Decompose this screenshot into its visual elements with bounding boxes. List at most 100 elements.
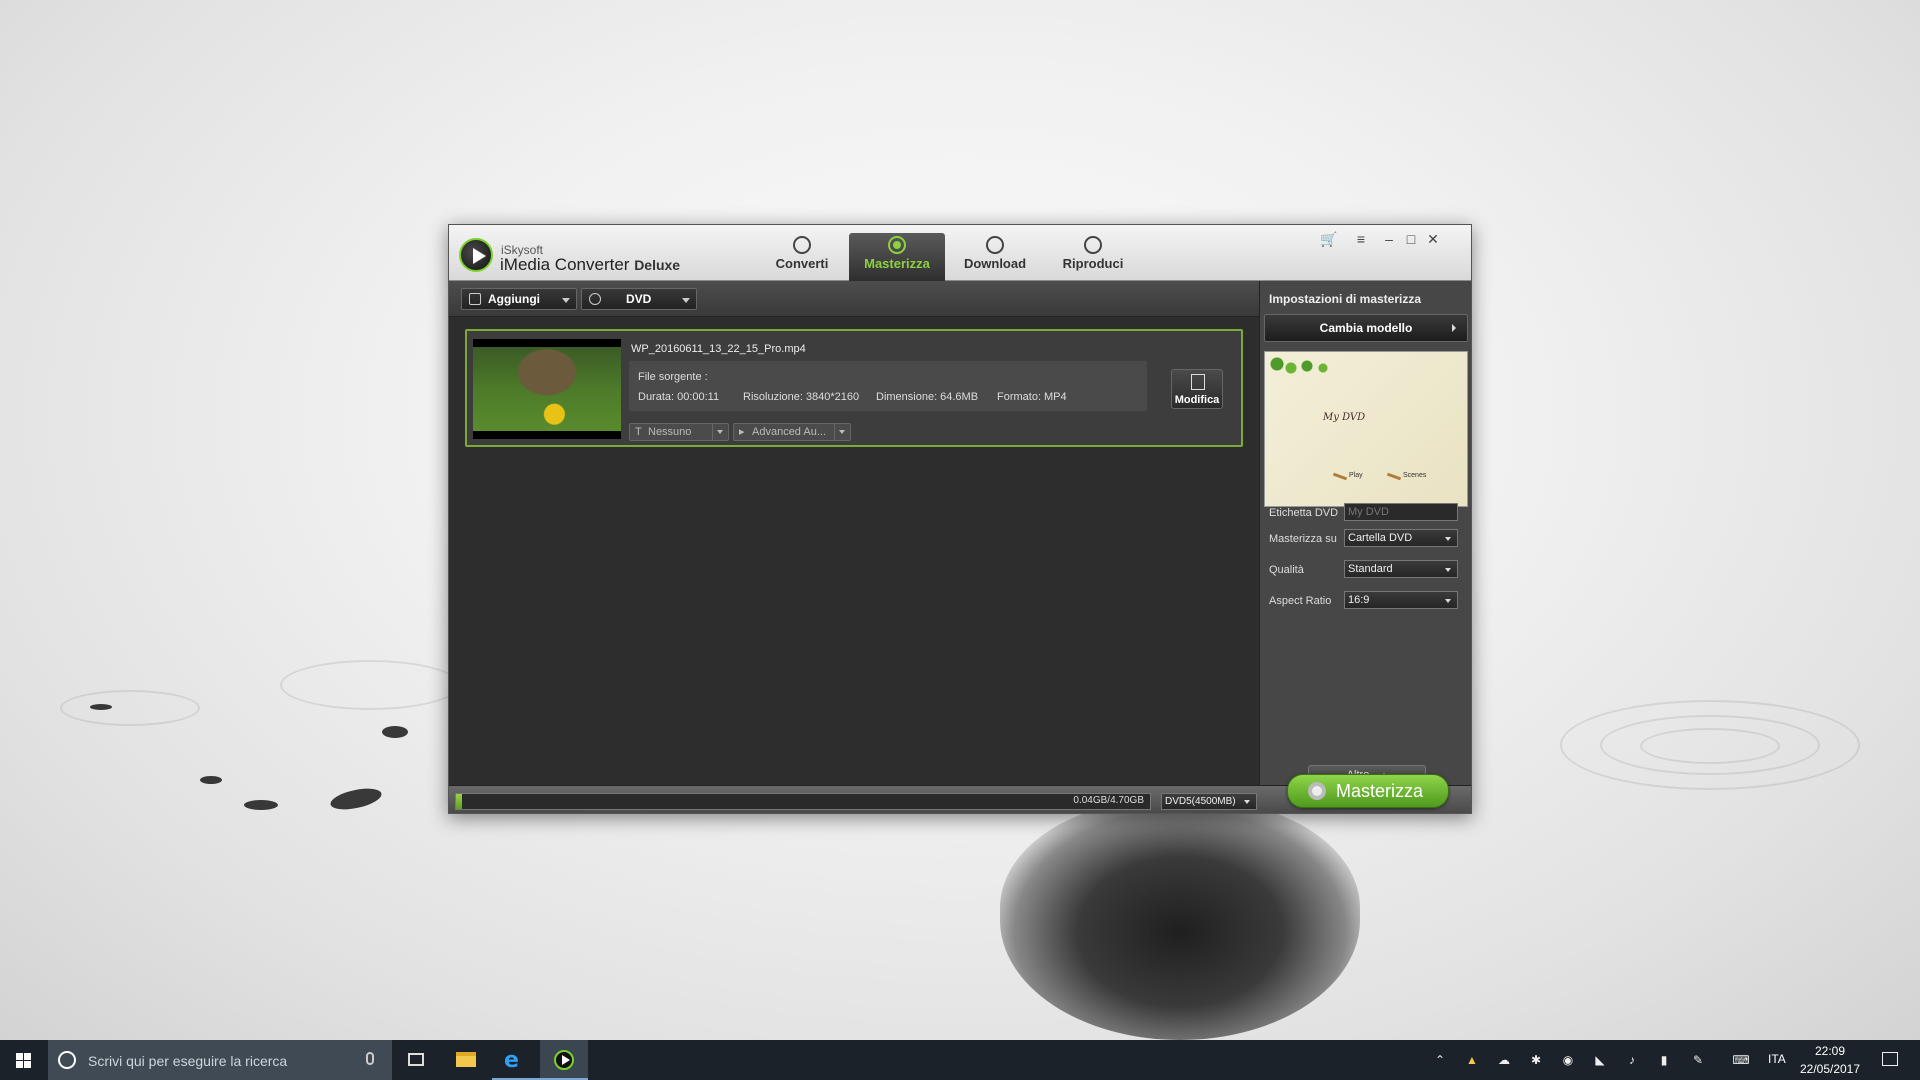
microphone-icon[interactable] — [366, 1052, 374, 1065]
size-label: Dimensione: — [876, 391, 938, 403]
google-drive-icon[interactable]: ▲ — [1464, 1052, 1480, 1068]
audio-value: Advanced Au... — [752, 426, 826, 438]
chevron-down-icon[interactable] — [712, 424, 728, 440]
resolution-label: Risoluzione: — [743, 391, 803, 403]
duration-value: 00:00:11 — [677, 391, 720, 403]
size-value: 64.6MB — [940, 391, 979, 403]
chevron-down-icon — [682, 298, 690, 303]
speaker-icon: ▸ — [739, 426, 745, 438]
tab-label: Masterizza — [864, 256, 930, 271]
bottom-bar: 0.04GB/4.70GB DVD5(4500MB) Masterizza — [449, 774, 1471, 813]
preview-scenes: Scenes — [1387, 472, 1426, 479]
search-placeholder: Scrivi qui per eseguire la ricerca — [88, 1053, 288, 1069]
wifi-icon[interactable]: ◣ — [1592, 1052, 1608, 1068]
duration-label: Durata: — [638, 391, 675, 403]
edit-label: Modifica — [1174, 394, 1220, 406]
brand-edition: Deluxe — [634, 257, 681, 273]
tab-label: Converti — [775, 256, 829, 271]
title-bar: iSkysoft iMedia Converter Deluxe Convert… — [449, 225, 1471, 281]
preview-title: My DVD — [1323, 412, 1366, 423]
task-view-icon — [408, 1053, 424, 1066]
file-explorer-button[interactable] — [442, 1040, 490, 1080]
tab-riproduci[interactable]: Riproduci — [1045, 233, 1141, 281]
subtitle-dropdown[interactable]: T Nessuno — [629, 423, 729, 441]
app-window: iSkysoft iMedia Converter Deluxe Convert… — [448, 224, 1472, 814]
dvd-source-label: DVD — [626, 292, 652, 306]
tab-converti[interactable]: Converti — [754, 233, 850, 281]
keyboard-icon[interactable]: ⌨ — [1730, 1052, 1752, 1068]
subtitle-value: Nessuno — [648, 426, 692, 438]
input-language[interactable]: ITA — [1768, 1052, 1786, 1066]
start-button[interactable] — [0, 1040, 48, 1080]
windows-icon — [16, 1053, 31, 1068]
brand-name: iMedia Converter — [500, 255, 630, 274]
video-thumbnail[interactable] — [473, 339, 621, 439]
cart-icon[interactable]: 🛒 — [1319, 229, 1339, 249]
burn-button[interactable]: Masterizza — [1287, 774, 1449, 808]
minimize-button[interactable]: – — [1379, 229, 1399, 249]
capacity-fill — [456, 794, 463, 809]
chevron-down-icon — [562, 298, 570, 303]
audio-dropdown[interactable]: ▸ Advanced Au... — [733, 423, 851, 441]
app-logo-icon — [459, 238, 493, 272]
tab-label: Download — [963, 256, 1027, 271]
quality-label: Qualità — [1269, 564, 1304, 576]
task-view-button[interactable] — [392, 1040, 440, 1080]
imedia-converter-taskbar-button[interactable] — [540, 1040, 588, 1080]
search-box[interactable]: Scrivi qui per eseguire la ricerca — [48, 1040, 392, 1080]
aspect-ratio-select[interactable]: 16:9 — [1344, 591, 1458, 609]
bluetooth-icon[interactable]: ✱ — [1528, 1052, 1544, 1068]
add-files-button[interactable]: Aggiungi — [461, 288, 577, 310]
edge-icon: e — [504, 1048, 519, 1073]
chevron-up-icon[interactable]: ⌃ — [1432, 1052, 1448, 1068]
clock-time[interactable]: 22:09 — [1790, 1044, 1870, 1058]
capacity-text: 0.04GB/4.70GB — [1073, 795, 1144, 806]
record-icon[interactable]: ◉ — [1560, 1052, 1576, 1068]
burn-disc-icon — [888, 236, 906, 254]
refresh-icon — [793, 236, 811, 254]
change-template-button[interactable]: Cambia modello — [1264, 314, 1468, 342]
panel-title: Impostazioni di masterizza — [1269, 292, 1422, 306]
file-item[interactable]: WP_20160611_13_22_15_Pro.mp4 File sorgen… — [465, 329, 1243, 447]
resolution-value: 3840*2160 — [805, 391, 860, 403]
size-info: Dimensione: 64.6MB — [876, 391, 978, 403]
add-files-label: Aggiungi — [488, 292, 540, 306]
disc-type-select[interactable]: DVD5(4500MB) — [1161, 793, 1257, 810]
source-label: File sorgente : — [638, 371, 708, 383]
battery-icon[interactable]: ▮ — [1656, 1052, 1672, 1068]
brand-title: iMedia Converter Deluxe — [500, 255, 680, 275]
format-info: Formato: MP4 — [997, 391, 1067, 403]
quality-select[interactable]: Standard — [1344, 560, 1458, 578]
download-icon — [986, 236, 1004, 254]
dvd-label-input[interactable] — [1344, 503, 1458, 521]
onedrive-icon[interactable]: ☁ — [1496, 1052, 1512, 1068]
maximize-button[interactable]: □ — [1401, 229, 1421, 249]
cortana-icon — [58, 1051, 76, 1069]
burn-to-label: Masterizza su — [1269, 533, 1337, 545]
chevron-down-icon[interactable] — [834, 424, 850, 440]
change-template-label: Cambia modello — [1319, 321, 1413, 335]
clock-date[interactable]: 22/05/2017 — [1790, 1062, 1870, 1076]
dvd-source-button[interactable]: DVD — [581, 288, 697, 310]
file-name: WP_20160611_13_22_15_Pro.mp4 — [631, 343, 806, 355]
file-info-box: File sorgente : Durata: 00:00:11 Risoluzi… — [629, 361, 1147, 411]
folder-icon — [456, 1052, 476, 1067]
edge-button[interactable]: e — [492, 1040, 540, 1080]
dvd-menu-preview: My DVD Play Scenes — [1264, 351, 1468, 507]
aspect-ratio-label: Aspect Ratio — [1269, 595, 1332, 607]
notification-icon[interactable] — [1882, 1052, 1898, 1066]
disc-icon — [1308, 782, 1326, 800]
close-button[interactable]: ✕ — [1423, 229, 1443, 249]
burn-to-select[interactable]: Cartella DVD — [1344, 529, 1458, 547]
tab-masterizza[interactable]: Masterizza — [849, 233, 945, 281]
edit-button[interactable]: Modifica — [1171, 369, 1223, 409]
volume-icon[interactable]: ♪ — [1624, 1052, 1640, 1068]
pen-icon[interactable]: ✎ — [1690, 1052, 1706, 1068]
burn-label: Masterizza — [1336, 781, 1424, 801]
tab-download[interactable]: Download — [947, 233, 1043, 281]
burn-settings-panel: Impostazioni di masterizza Cambia modell… — [1259, 281, 1471, 785]
menu-icon[interactable]: ≡ — [1351, 229, 1371, 249]
toolbar: Aggiungi DVD — [449, 281, 1259, 317]
add-file-icon — [469, 293, 481, 305]
preview-play: Play — [1333, 472, 1363, 479]
